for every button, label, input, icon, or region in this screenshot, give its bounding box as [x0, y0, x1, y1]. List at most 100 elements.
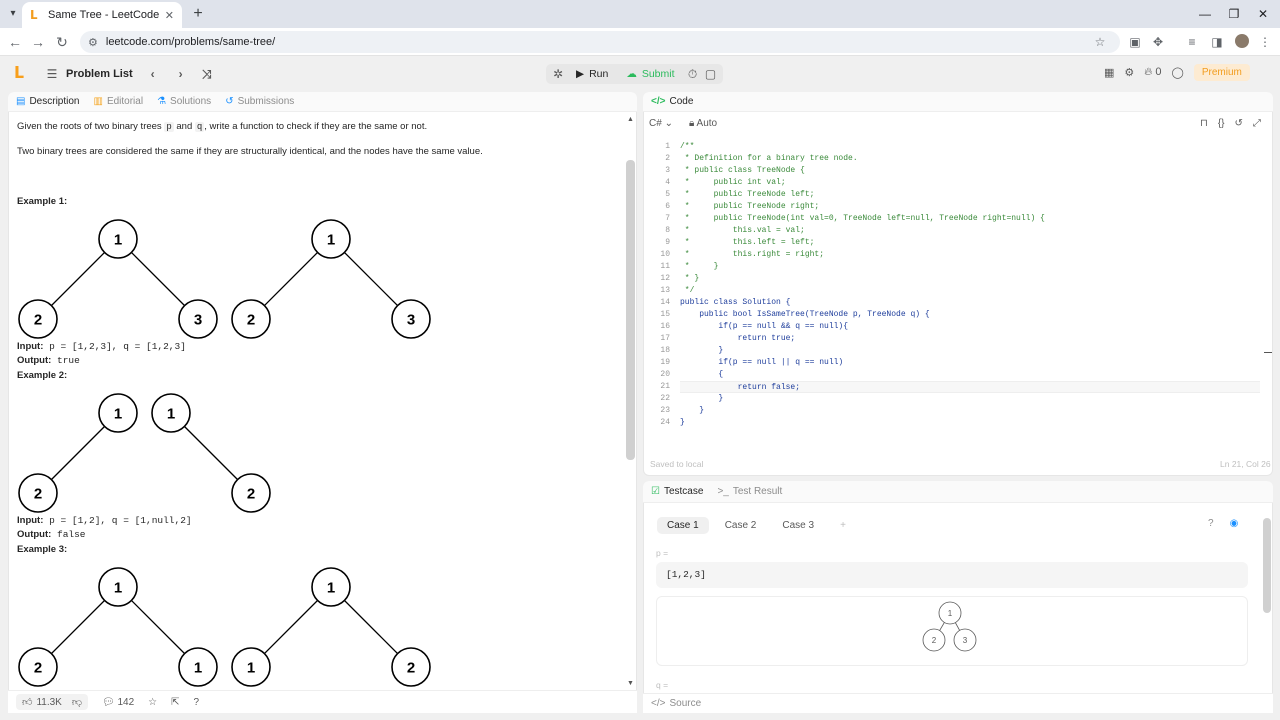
svg-text:1: 1 — [194, 660, 202, 677]
media-icon[interactable]: ≡ — [1183, 33, 1201, 51]
restore-icon[interactable]: ❐ — [1219, 4, 1249, 24]
premium-button[interactable]: Premium — [1193, 64, 1250, 81]
debug-icon[interactable]: ✲ — [550, 66, 566, 82]
notes-icon[interactable]: ▢ — [703, 66, 719, 82]
svg-text:3: 3 — [407, 312, 415, 329]
language-select[interactable]: C# ⌄ — [649, 118, 673, 129]
param-q-label: q = — [656, 680, 669, 690]
code-line[interactable]: * } — [680, 273, 1260, 285]
sidebar-icon[interactable]: ◨ — [1208, 33, 1226, 51]
user-avatar-icon[interactable]: ◯ — [1172, 66, 1184, 79]
code-line[interactable]: if(p == null && q == null){ — [680, 321, 1260, 333]
share-icon[interactable]: ⇱ — [171, 697, 179, 708]
puzzle-icon[interactable]: ✥ — [1149, 33, 1167, 51]
code-line[interactable]: * public class TreeNode { — [680, 165, 1260, 177]
testcase-scrollbar[interactable] — [1263, 518, 1271, 613]
streak-counter[interactable]: 🔥︎ 0 — [1144, 66, 1161, 79]
browser-menu-icon[interactable]: ⋮ — [1256, 33, 1274, 51]
param-p-tree-visualizer: 1 2 3 — [656, 596, 1248, 666]
line-number: 12 — [660, 274, 670, 283]
tab-description[interactable]: ▤ Description — [16, 96, 79, 107]
line-number: 7 — [665, 214, 670, 223]
favorite-star-icon[interactable]: ☆ — [148, 697, 157, 708]
tab-submissions[interactable]: ↺ Submissions — [225, 96, 294, 107]
settings-gear-icon[interactable]: ⚙ — [1124, 66, 1134, 79]
url-input[interactable]: ⚙ leetcode.com/problems/same-tree/ — [80, 31, 1120, 53]
code-line[interactable]: return false; — [680, 381, 1260, 393]
profile-avatar[interactable] — [1235, 34, 1249, 48]
code-line[interactable]: return true; — [680, 333, 1260, 345]
code-line[interactable]: } — [680, 417, 1260, 429]
case-1-tab[interactable]: Case 1 — [657, 517, 709, 534]
code-line[interactable]: * Definition for a binary tree node. — [680, 153, 1260, 165]
close-window-icon[interactable]: ✕ — [1248, 4, 1278, 24]
code-line[interactable]: * public int val; — [680, 177, 1260, 189]
code-line[interactable]: * this.right = right; — [680, 249, 1260, 261]
param-p-input[interactable]: [1,2,3] — [656, 562, 1248, 588]
extension-icon[interactable]: ▣ — [1126, 33, 1144, 51]
tab-code[interactable]: Code — [669, 96, 693, 107]
new-tab-icon[interactable]: + — [188, 4, 208, 24]
reload-icon[interactable]: ↻ — [52, 32, 72, 52]
submit-button[interactable]: ☁ Submit — [618, 64, 682, 84]
case-2-tab[interactable]: Case 2 — [715, 517, 767, 534]
reset-icon[interactable]: ↺ — [1235, 118, 1243, 129]
auto-mode-toggle[interactable]: 🔒︎ Auto — [689, 118, 717, 129]
code-line[interactable]: public bool IsSameTree(TreeNode p, TreeN… — [680, 309, 1260, 321]
help-icon[interactable]: ? — [194, 697, 200, 708]
code-line[interactable]: * this.left = left; — [680, 237, 1260, 249]
code-line[interactable]: * } — [680, 261, 1260, 273]
bookmark-star-icon[interactable]: ☆ — [1091, 33, 1109, 51]
layout-icon[interactable]: ▦ — [1104, 66, 1114, 79]
code-line[interactable]: * public TreeNode(int val=0, TreeNode le… — [680, 213, 1260, 225]
format-braces-icon[interactable]: {} — [1218, 118, 1225, 129]
scroll-up-arrow-icon[interactable]: ▲ — [627, 116, 634, 123]
forward-icon[interactable]: → — [28, 32, 48, 52]
code-line[interactable]: /** — [680, 141, 1260, 153]
line-number: 14 — [660, 298, 670, 307]
next-problem-icon[interactable]: › — [173, 66, 189, 82]
scroll-down-arrow-icon[interactable]: ▼ — [627, 680, 634, 687]
code-line[interactable]: * public TreeNode left; — [680, 189, 1260, 201]
code-line[interactable]: if(p == null || q == null) — [680, 357, 1260, 369]
tab-testcase[interactable]: ☑ Testcase — [651, 486, 703, 497]
list-icon[interactable]: ☰ — [44, 66, 60, 82]
add-case-button[interactable]: + — [830, 517, 856, 534]
fullscreen-icon[interactable]: ⤢ — [1253, 118, 1261, 129]
back-icon[interactable]: ← — [5, 32, 25, 52]
code-line[interactable]: } — [680, 345, 1260, 357]
like-button[interactable]: 👍︎ 11.3K 👎︎ — [16, 694, 88, 710]
code-line[interactable]: */ — [680, 285, 1260, 297]
tab-editorial[interactable]: ▥ Editorial — [93, 96, 143, 107]
site-info-icon[interactable]: ⚙ — [88, 36, 98, 49]
thumbs-down-icon[interactable]: 👎︎ — [72, 696, 82, 708]
timer-icon[interactable]: ⏱ — [685, 66, 701, 82]
leetcode-logo-icon[interactable]: ᒪ — [14, 65, 30, 83]
case-3-tab[interactable]: Case 3 — [772, 517, 824, 534]
comments-button[interactable]: 💬︎ 142 — [102, 697, 134, 708]
source-footer[interactable]: </> Source — [643, 693, 1273, 713]
editor-toolbar: C# ⌄ 🔒︎ Auto — [649, 118, 717, 129]
eye-icon[interactable]: ◉ — [1230, 518, 1239, 529]
line-number: 8 — [665, 226, 670, 235]
description-scrollbar[interactable] — [626, 160, 635, 460]
code-line[interactable]: } — [680, 393, 1260, 405]
tab-test-result[interactable]: >_ Test Result — [717, 486, 782, 497]
shuffle-icon[interactable]: ⤨ — [199, 66, 215, 82]
code-line[interactable]: public class Solution { — [680, 297, 1260, 309]
help-circle-icon[interactable]: ? — [1208, 518, 1214, 529]
code-line[interactable]: } — [680, 405, 1260, 417]
close-tab-icon[interactable]: ✕ — [165, 9, 174, 22]
bookmark-icon[interactable]: ⊓ — [1200, 118, 1208, 129]
code-line[interactable]: * this.val = val; — [680, 225, 1260, 237]
code-line[interactable]: * public TreeNode right; — [680, 201, 1260, 213]
problem-list-link[interactable]: Problem List — [66, 68, 133, 80]
browser-tab[interactable]: ᒪ Same Tree - LeetCode ✕ — [22, 2, 182, 28]
minimize-icon[interactable]: — — [1190, 4, 1220, 24]
code-editor[interactable]: /** * Definition for a binary tree node.… — [680, 141, 1260, 429]
tab-search-icon[interactable]: ▾ — [4, 5, 22, 23]
run-button[interactable]: ▶ Run — [568, 64, 616, 84]
code-line[interactable]: { — [680, 369, 1260, 381]
tab-solutions[interactable]: ⚗ Solutions — [157, 96, 211, 107]
prev-problem-icon[interactable]: ‹ — [145, 66, 161, 82]
